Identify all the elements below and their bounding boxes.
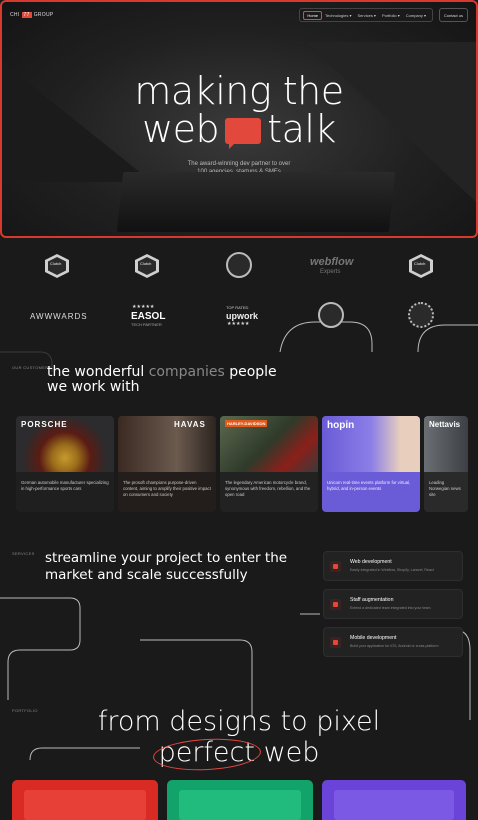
services-title-line: streamline your project to enter the: [45, 550, 288, 566]
card-description: The prosoft champions purpose-driven con…: [123, 480, 211, 497]
service-sub: Easily integrated in Webflow, Shopify, L…: [350, 568, 434, 572]
upwork-stars: ★★★★★: [227, 321, 250, 327]
nav-item-services[interactable]: Services ▾: [354, 13, 378, 18]
customers-title-line: the wonderful companies people: [47, 365, 277, 380]
portfolio-tile[interactable]: [167, 780, 313, 820]
customers-title: the wonderful companies people we work w…: [47, 365, 277, 395]
card-description: Unicorn real-time events platform for vi…: [327, 480, 411, 491]
top-nav: CHI 77 GROUP Home Technologies ▾ Service…: [10, 8, 468, 22]
hero-title-line: making the: [134, 69, 344, 113]
tile-preview: [179, 790, 301, 820]
card-description: Leading Norwegian news site: [429, 480, 461, 497]
laurel-icon: [408, 302, 434, 328]
clutch-shield-icon: [409, 254, 433, 278]
team-icon: [330, 599, 341, 610]
awards-section: Clutch Clutch webflow Experts Clutch AWW…: [0, 240, 478, 348]
card-description: German automobile manufacturer specializ…: [21, 480, 109, 491]
hero-section: CHI 77 GROUP Home Technologies ▾ Service…: [0, 0, 478, 238]
card-brand: PORSCHE: [21, 420, 68, 429]
clutch-label: Clutch: [140, 261, 152, 266]
logo[interactable]: CHI 77 GROUP: [10, 12, 54, 18]
webflow-logo: webflow: [310, 256, 354, 268]
nav-item-portfolio[interactable]: Portfolio ▾: [379, 13, 403, 18]
clutch-label: Clutch: [50, 261, 62, 266]
title-text: the wonderful: [47, 364, 149, 380]
card-brand: hopin: [327, 420, 355, 431]
service-name: Mobile development: [350, 635, 397, 641]
clutch-badge: [42, 253, 72, 279]
customer-card-nettavisen[interactable]: Nettavis Leading Norwegian news site: [424, 416, 468, 512]
clutch-shield-icon: [45, 254, 69, 278]
chat-bubble-icon: [225, 118, 262, 149]
customers-title-line: we work with: [47, 379, 140, 395]
title-text-dim: companies: [148, 364, 225, 380]
card-description: The legendary American motorcycle brand,…: [225, 480, 311, 497]
section-label-services: SERVICES: [12, 551, 35, 556]
customer-card-hopin[interactable]: hopin Unicorn real-time events platform …: [322, 416, 420, 512]
hero-word: talk: [267, 107, 336, 151]
hero-word: web: [142, 107, 220, 151]
service-name: Staff augmentation: [350, 597, 394, 603]
clutch-badge: [406, 253, 436, 279]
service-web-development[interactable]: Web development Easily integrated in Web…: [323, 551, 463, 581]
easol-sub: TECH PARTNER: [131, 322, 162, 327]
hero-title-line: web talk: [2, 107, 476, 151]
awwwards-logo: AWWWARDS: [30, 312, 88, 321]
webflow-sub: Experts: [320, 269, 341, 275]
customer-card-harley[interactable]: HARLEY-DAVIDSON The legendary American m…: [220, 416, 318, 512]
card-brand: HAVAS: [174, 420, 206, 429]
portfolio-tiles: [12, 780, 466, 820]
main-menu: Home Technologies ▾ Services ▾ Portfolio…: [299, 8, 433, 22]
logo-text: GROUP: [33, 12, 54, 18]
title-text: people: [224, 364, 277, 380]
card-brand: Nettavis: [429, 420, 461, 429]
customer-card-havas[interactable]: HAVAS The prosoft champions purpose-driv…: [118, 416, 216, 512]
hero-subtitle-line: The award-winning dev partner to over: [187, 161, 291, 167]
logo-mark: 77: [21, 12, 32, 18]
services-title-line: market and scale successfully: [45, 567, 248, 583]
service-staff-augmentation[interactable]: Staff augmentation Extend a dedicated te…: [323, 589, 463, 619]
code-icon: [330, 561, 341, 572]
medal-badge: [224, 252, 254, 278]
upwork-top-rated: TOP RATED: [226, 305, 249, 310]
clutch-badge: [132, 253, 162, 279]
service-mobile-development[interactable]: Mobile development Build your applicatio…: [323, 627, 463, 657]
portfolio-title-line: perfect web: [0, 737, 478, 768]
customer-card-porsche[interactable]: PORSCHE German automobile manufacturer s…: [16, 416, 114, 512]
section-label-customers: OUR CUSTOMERS: [12, 365, 52, 370]
upwork-logo: upwork: [226, 311, 259, 321]
portfolio-title: from designs to pixel perfect web: [0, 706, 478, 768]
tile-preview: [334, 790, 454, 820]
tile-preview: [24, 790, 146, 820]
highlighted-word: perfect: [158, 737, 255, 768]
portfolio-title-line: from designs to pixel: [97, 706, 381, 737]
award-badge: [406, 302, 436, 328]
contact-button[interactable]: Contact us: [438, 8, 468, 22]
portfolio-tile[interactable]: [12, 780, 158, 820]
services-list: Web development Easily integrated in Web…: [323, 551, 463, 665]
customer-carousel: PORSCHE German automobile manufacturer s…: [16, 416, 468, 512]
medal-icon: [226, 252, 252, 278]
title-text: web: [254, 737, 320, 768]
nav-item-company[interactable]: Company ▾: [403, 13, 429, 18]
clutch-label: Clutch: [414, 261, 426, 266]
award-badge: [316, 302, 346, 328]
award-icon: [318, 302, 344, 328]
portfolio-tile[interactable]: [322, 780, 466, 820]
hero-pedestal: [116, 172, 396, 232]
card-brand: HARLEY-DAVIDSON: [225, 420, 268, 427]
nav-item-technologies[interactable]: Technologies ▾: [322, 13, 354, 18]
easol-stars: ★★★★★: [132, 304, 155, 310]
services-title: streamline your project to enter the mar…: [45, 550, 287, 584]
nav-item-home[interactable]: Home: [303, 10, 323, 20]
clutch-shield-icon: [135, 254, 159, 278]
logo-text: CHI: [10, 12, 20, 18]
service-sub: Extend a dedicated team integrated into …: [350, 606, 431, 610]
hero-title: making the web talk: [2, 69, 476, 151]
easol-logo: EASOL: [131, 311, 166, 322]
service-sub: Build your application for iOS, Android …: [350, 644, 439, 648]
service-name: Web development: [350, 559, 392, 565]
mobile-icon: [330, 637, 341, 648]
